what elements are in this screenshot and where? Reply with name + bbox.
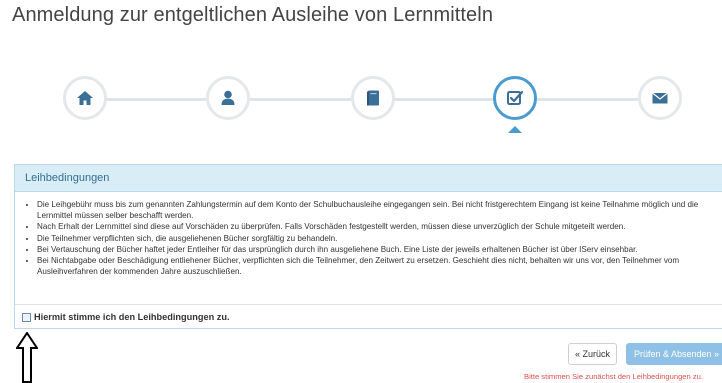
step-submit[interactable] [638,76,682,120]
step-books[interactable] [351,76,395,120]
panel-heading: Leihbedingungen [15,165,722,192]
rule-item: Nach Erhalt der Lernmittel sind diese au… [37,221,714,232]
rule-item: Bei Nichtabgabe oder Beschädigung entlie… [37,255,714,277]
rules-list: Die Leihgebühr muss bis zum genannten Za… [21,199,714,277]
step-conditions[interactable] [493,76,537,120]
warning-text: Bitte stimmen Sie zunächst den Leihbedin… [524,372,703,381]
rule-item: Bei Vertauschung der Bücher haftet jeder… [37,244,714,255]
step-home[interactable] [63,76,107,120]
agree-label[interactable]: Hiermit stimme ich den Leihbedingungen z… [34,312,230,322]
envelope-icon [650,88,670,108]
home-icon [75,88,95,108]
active-step-pointer [508,126,522,133]
arrow-up-icon [16,332,38,383]
submit-button[interactable]: Prüfen & Absenden » [626,343,722,365]
back-button[interactable]: « Zurück [568,343,617,365]
agree-checkbox[interactable] [22,312,31,322]
checkbox-edit-icon [505,88,525,108]
panel-body: Die Leihgebühr muss bis zum genannten Za… [15,192,722,277]
user-icon [218,88,238,108]
rule-item: Die Teilnehmer verpflichten sich, die au… [37,233,714,244]
agree-row: Hiermit stimme ich den Leihbedingungen z… [15,304,722,329]
wizard-steps [0,70,722,140]
conditions-panel: Leihbedingungen Die Leihgebühr muss bis … [14,164,722,329]
book-icon [363,88,383,108]
page-title: Anmeldung zur entgeltlichen Ausleihe von… [12,4,494,26]
step-user[interactable] [206,76,250,120]
rule-item: Die Leihgebühr muss bis zum genannten Za… [37,199,714,221]
